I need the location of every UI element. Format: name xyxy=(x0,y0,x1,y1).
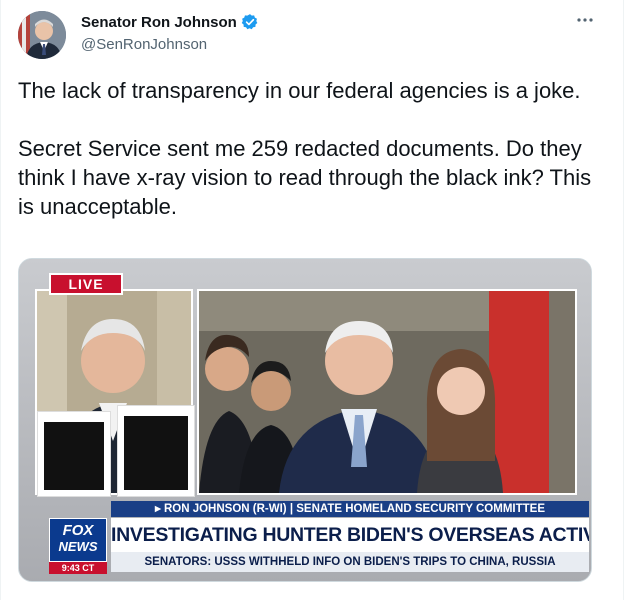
tweet-media-image[interactable]: LIVE FOX NEWS 9:43 CT ▸ RON JOHNSON (R-W… xyxy=(18,258,592,582)
author-handle[interactable]: @SenRonJohnson xyxy=(81,36,207,53)
biden-photo-pane xyxy=(197,289,577,495)
fox-logo-line1: FOX xyxy=(62,522,94,539)
tweet-text: The lack of transparency in our federal … xyxy=(18,76,608,250)
broadcast-clock: 9:43 CT xyxy=(49,562,107,574)
redacted-document-1 xyxy=(37,411,111,497)
author-name[interactable]: Senator Ron Johnson xyxy=(81,14,237,31)
tweet-paragraph-1: The lack of transparency in our federal … xyxy=(18,78,581,103)
tweet-paragraph-2: Secret Service sent me 259 redacted docu… xyxy=(18,136,592,219)
chyron-nameplate: ▸ RON JOHNSON (R-WI) | SENATE HOMELAND S… xyxy=(111,501,589,517)
news-lower-third: FOX NEWS 9:43 CT ▸ RON JOHNSON (R-WI) | … xyxy=(49,501,589,577)
chyron-subheadline: SENATORS: USSS WITHHELD INFO ON BIDEN'S … xyxy=(111,552,589,572)
avatar-photo xyxy=(18,11,66,59)
more-options-icon[interactable] xyxy=(573,8,597,32)
avatar[interactable] xyxy=(18,11,66,59)
fox-logo-line2: NEWS xyxy=(58,539,98,554)
tweet-card: Senator Ron Johnson @SenRonJohnson The l… xyxy=(0,0,624,600)
fox-news-logo: FOX NEWS xyxy=(49,518,107,562)
author-name-row[interactable]: Senator Ron Johnson xyxy=(81,13,259,31)
verified-badge-icon xyxy=(241,14,258,30)
chyron-headline: INVESTIGATING HUNTER BIDEN'S OVERSEAS AC… xyxy=(111,518,589,552)
redacted-document-2 xyxy=(117,405,195,497)
live-badge: LIVE xyxy=(49,273,123,295)
